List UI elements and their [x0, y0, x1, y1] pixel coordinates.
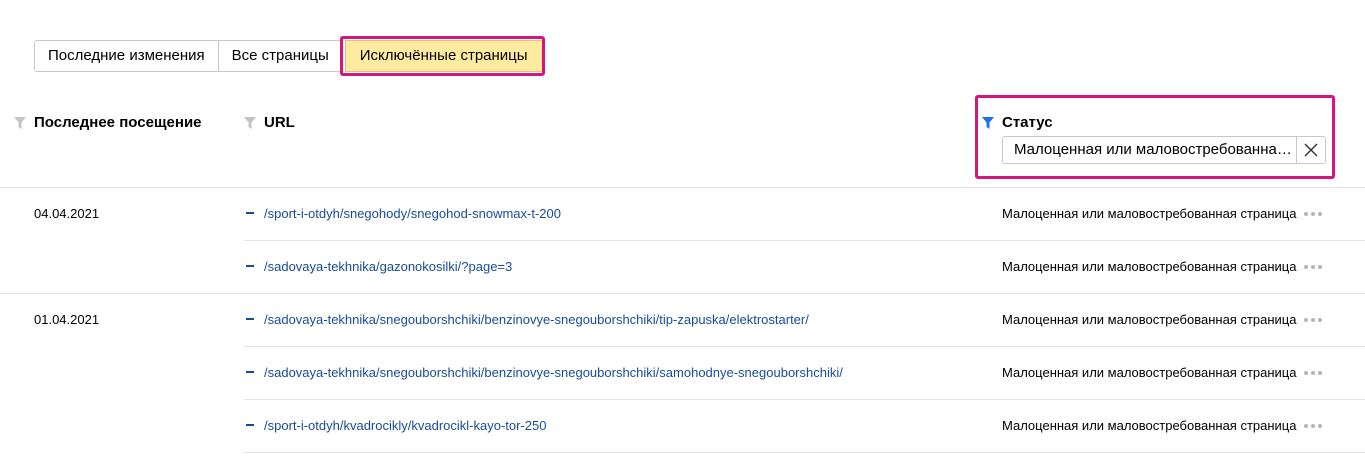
divider — [244, 452, 1365, 453]
divider — [244, 346, 1365, 347]
filter-icon[interactable] — [244, 116, 256, 129]
active-filter-icon[interactable] — [982, 116, 994, 129]
collapse-icon[interactable] — [246, 212, 254, 214]
clear-filter-button[interactable] — [1296, 137, 1325, 163]
column-label-url: URL — [264, 114, 295, 131]
column-header-url[interactable]: URL — [244, 114, 295, 131]
status-cell: Малоценная или маловостребованная страни… — [1002, 365, 1297, 380]
divider — [244, 399, 1365, 400]
close-icon — [1304, 143, 1318, 157]
collapse-icon[interactable] — [246, 318, 254, 320]
collapse-icon[interactable] — [246, 371, 254, 373]
collapse-icon[interactable] — [246, 265, 254, 267]
date-cell: 01.04.2021 — [34, 312, 100, 327]
column-header-last-visit[interactable]: Последнее посещение — [14, 114, 202, 131]
url-link[interactable]: /sadovaya-tekhnika/gazonokosilki/?page=3 — [264, 259, 512, 274]
tab-excluded-pages-wrap: Исключённые страницы — [344, 40, 543, 72]
more-icon[interactable] — [1304, 264, 1322, 270]
divider — [244, 240, 1365, 241]
collapse-icon[interactable] — [246, 424, 254, 426]
url-link[interactable]: /sadovaya-tekhnika/snegouborshchiki/benz… — [264, 312, 809, 327]
status-cell: Малоценная или маловостребованная страни… — [1002, 312, 1297, 327]
more-icon[interactable] — [1304, 423, 1322, 429]
date-cell: 04.04.2021 — [34, 206, 100, 221]
more-icon[interactable] — [1304, 211, 1322, 217]
column-label-last-visit: Последнее посещение — [34, 114, 202, 131]
tab-excluded-pages[interactable]: Исключённые страницы — [344, 40, 543, 72]
filter-icon[interactable] — [14, 116, 26, 129]
url-link[interactable]: /sport-i-otdyh/kvadrocikly/kvadrocikl-ka… — [264, 418, 546, 433]
status-cell: Малоценная или маловостребованная страни… — [1002, 259, 1297, 274]
status-filter-value[interactable]: Малоценная или маловостребованная страни… — [1003, 137, 1296, 163]
column-label-status: Статус — [1002, 114, 1053, 131]
column-header-status[interactable]: Статус — [982, 114, 1053, 131]
url-link[interactable]: /sadovaya-tekhnika/snegouborshchiki/benz… — [264, 365, 843, 380]
more-icon[interactable] — [1304, 370, 1322, 376]
url-link[interactable]: /sport-i-otdyh/snegohody/snegohod-snowma… — [264, 206, 561, 221]
tab-bar: Последние изменения Все страницы Исключё… — [34, 40, 543, 72]
more-icon[interactable] — [1304, 317, 1322, 323]
divider — [0, 187, 1365, 188]
status-cell: Малоценная или маловостребованная страни… — [1002, 206, 1297, 221]
status-filter-field[interactable]: Малоценная или маловостребованная страни… — [1002, 136, 1326, 164]
divider — [0, 293, 1365, 294]
status-cell: Малоценная или маловостребованная страни… — [1002, 418, 1297, 433]
tab-all-pages[interactable]: Все страницы — [217, 40, 343, 72]
tab-recent-changes[interactable]: Последние изменения — [34, 40, 219, 72]
